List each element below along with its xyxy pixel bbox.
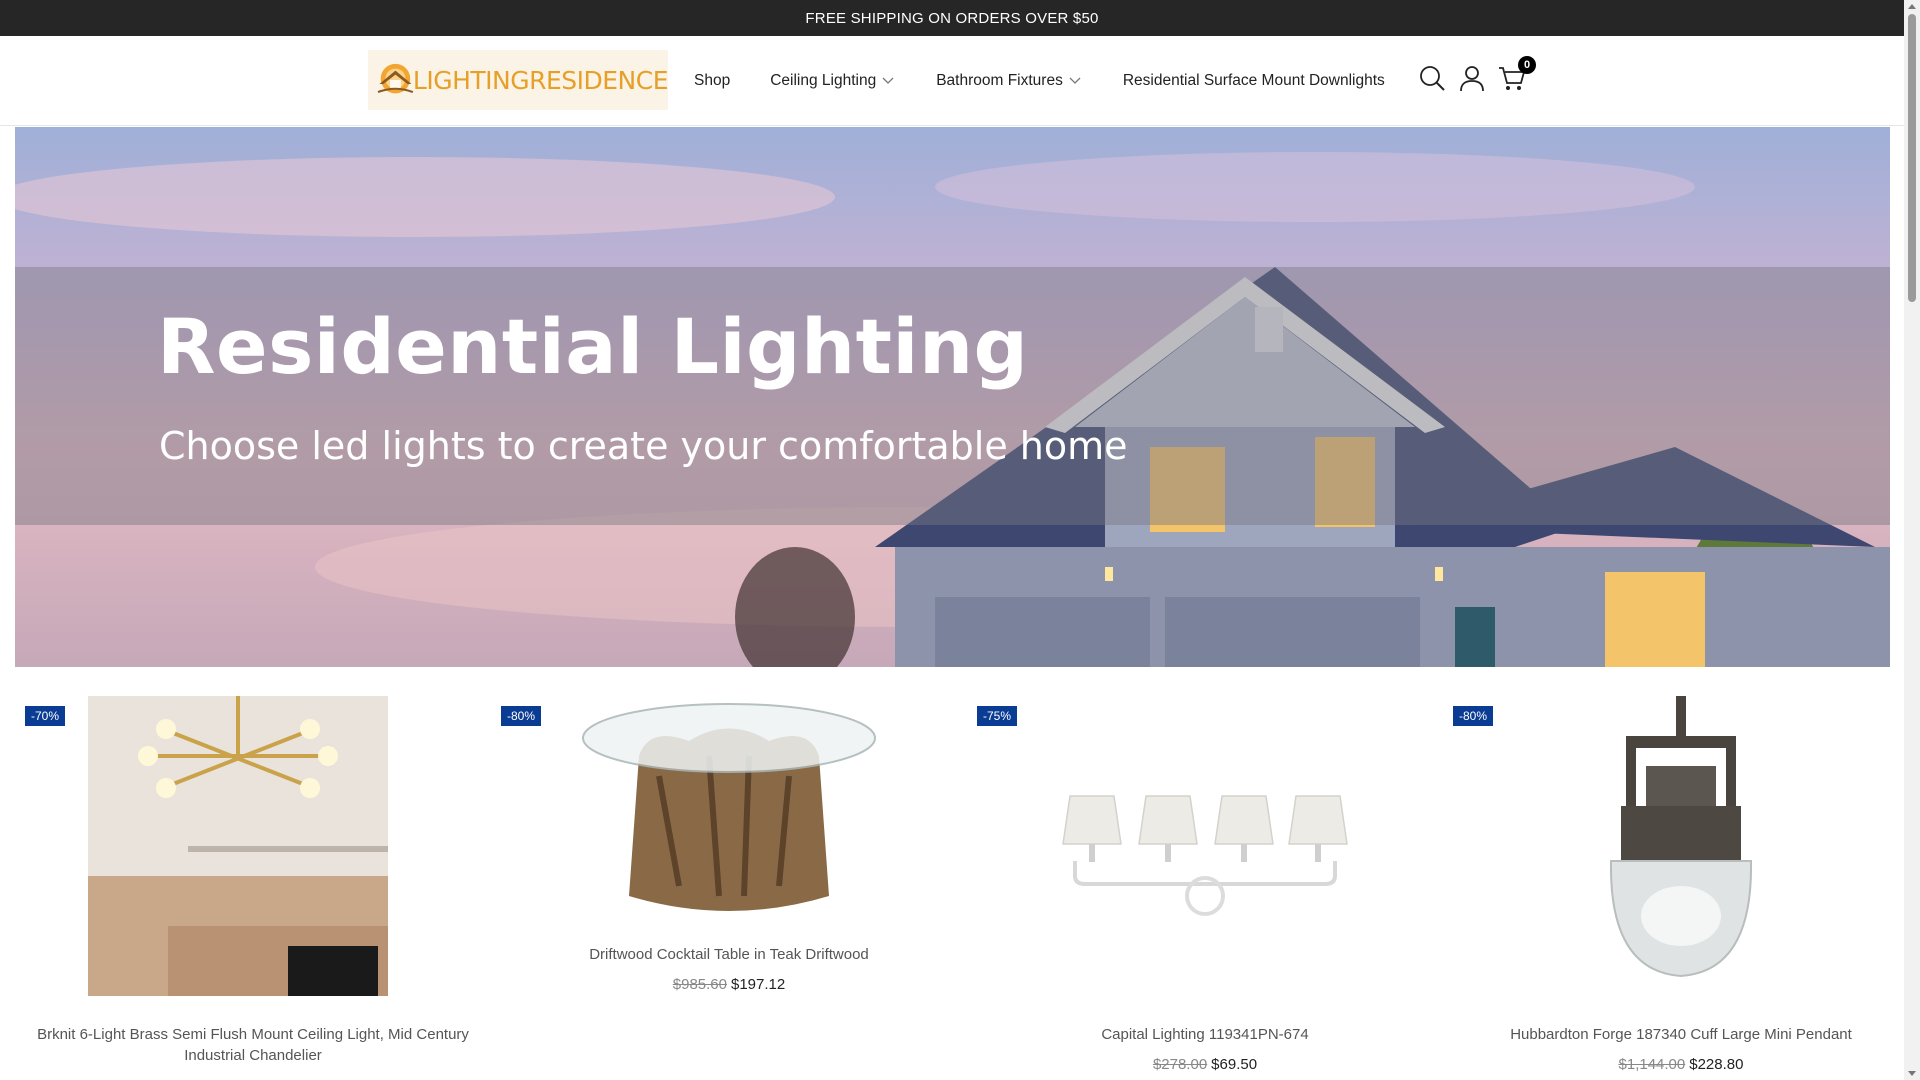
scrollbar-thumb[interactable] — [1908, 14, 1916, 302]
product-image[interactable] — [88, 696, 388, 996]
hero-banner[interactable]: Residential Lighting Choose led lights t… — [15, 127, 1890, 667]
logo-house-icon — [377, 63, 414, 94]
product-grid: -70% Brknit 6-Light Brass Semi Flush Mou… — [15, 680, 1890, 1080]
cart-count-badge: 0 — [1518, 56, 1536, 74]
hero-title: Residential Lighting — [157, 302, 1029, 391]
nav-surface-mount-downlights[interactable]: Residential Surface Mount Downlights — [1123, 72, 1385, 90]
nav-label: Residential Surface Mount Downlights — [1122, 72, 1385, 89]
main-nav: Shop Ceiling Lighting Bathroom Fixtures … — [694, 36, 1385, 126]
nav-label: Ceiling Lighting — [770, 72, 877, 89]
nav-ceiling-lighting[interactable]: Ceiling Lighting — [770, 72, 894, 90]
sale-badge: -80% — [1453, 706, 1494, 726]
chevron-down-icon — [882, 77, 894, 84]
sale-price: $69.50 — [1211, 1056, 1258, 1073]
product-title[interactable]: Hubbardton Forge 187340 Cuff Large Mini … — [1443, 1024, 1919, 1045]
product-price: $1,144.00 $228.80 — [1443, 1056, 1919, 1073]
user-icon[interactable] — [1458, 64, 1486, 92]
scroll-up-arrow-icon[interactable] — [1908, 4, 1916, 9]
product-price: $278.00 $69.50 — [967, 1056, 1443, 1073]
product-title[interactable]: Capital Lighting 119341PN-674 — [967, 1024, 1443, 1045]
hero-subtitle: Choose led lights to create your comfort… — [159, 424, 1128, 468]
logo-text: LIGHTINGRESIDENCE — [412, 65, 669, 95]
nav-shop[interactable]: Shop — [694, 72, 730, 90]
sale-badge: -80% — [501, 706, 542, 726]
product-image[interactable] — [1055, 696, 1355, 996]
product-card[interactable]: -80% Hubbardton Forge 187340 Cuff Large … — [1443, 680, 1919, 1080]
site-header: LIGHTINGRESIDENCE Shop Ceiling Lighting … — [0, 36, 1904, 126]
product-card[interactable]: -75% Capital Lighting 119341PN-674 $278.… — [967, 680, 1443, 1080]
cart-icon[interactable]: 0 — [1498, 56, 1536, 92]
sale-badge: -70% — [25, 706, 66, 726]
scroll-down-arrow-icon[interactable] — [1908, 1071, 1916, 1076]
sale-badge: -75% — [977, 706, 1018, 726]
nav-bathroom-fixtures[interactable]: Bathroom Fixtures — [936, 72, 1081, 90]
original-price: $278.00 — [1152, 1056, 1208, 1073]
site-logo[interactable]: LIGHTINGRESIDENCE — [368, 50, 669, 110]
nav-label: Shop — [694, 72, 731, 89]
nav-label: Bathroom Fixtures — [936, 72, 1063, 89]
announcement-bar: FREE SHIPPING ON ORDERS OVER $50 — [0, 0, 1904, 36]
product-image[interactable] — [579, 696, 879, 926]
product-card[interactable]: -80% Driftwood Cocktail Table in Teak Dr… — [491, 680, 967, 1080]
sale-price: $197.12 — [731, 976, 786, 993]
product-price: $985.60 $197.12 — [491, 976, 967, 993]
product-card[interactable]: -70% Brknit 6-Light Brass Semi Flush Mou… — [15, 680, 491, 1080]
product-title[interactable]: Brknit 6-Light Brass Semi Flush Mount Ce… — [15, 1024, 491, 1066]
search-icon[interactable] — [1418, 64, 1446, 92]
chevron-down-icon — [1069, 77, 1081, 84]
product-image[interactable] — [1531, 696, 1831, 996]
original-price: $1,144.00 — [1618, 1056, 1686, 1073]
original-price: $985.60 — [672, 976, 727, 993]
product-title[interactable]: Driftwood Cocktail Table in Teak Driftwo… — [491, 944, 967, 965]
page-scrollbar[interactable] — [1904, 0, 1920, 1080]
announcement-text: FREE SHIPPING ON ORDERS OVER $50 — [805, 9, 1099, 27]
sale-price: $228.80 — [1689, 1056, 1744, 1073]
header-actions: 0 — [1418, 56, 1536, 92]
